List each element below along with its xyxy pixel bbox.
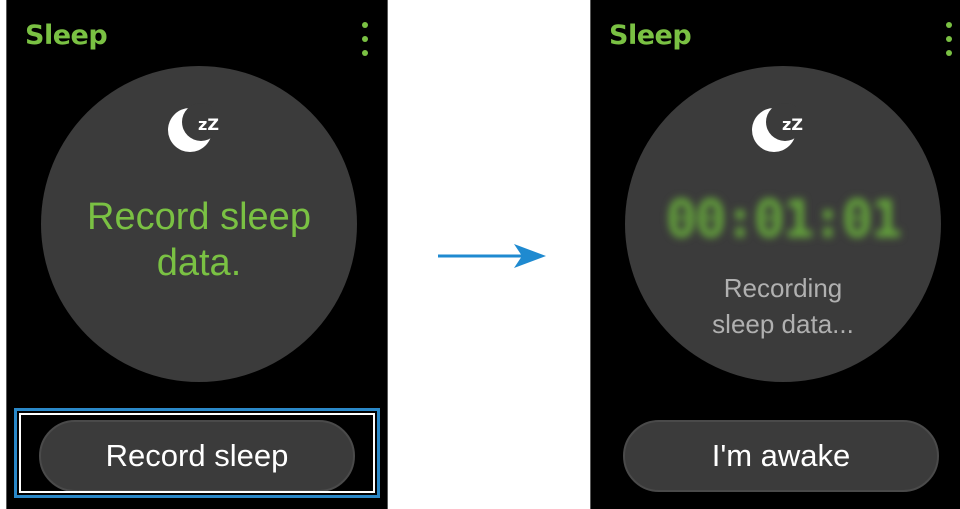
im-awake-button[interactable]: I'm awake: [623, 420, 939, 492]
recording-status: Recording sleep data...: [712, 273, 854, 339]
moon-badge-text: zZ: [782, 115, 803, 134]
sleep-circle: zZ 00:01:01 Recording sleep data...: [625, 66, 941, 382]
sleep-screen-recording: Sleep zZ 00:01:01 Recording sleep data..…: [590, 0, 960, 509]
moon-zz-icon: zZ: [752, 103, 804, 152]
record-prompt: Record sleep data.: [87, 196, 311, 284]
more-options-icon[interactable]: [945, 22, 953, 58]
screen-title: Sleep: [25, 20, 108, 51]
stage: Sleep zZ Record sleep data. Record sleep…: [0, 0, 960, 509]
more-options-icon[interactable]: [361, 22, 369, 58]
sleep-circle: zZ Record sleep data.: [41, 66, 357, 382]
sleep-timer: 00:01:01: [665, 190, 902, 250]
moon-zz-icon: zZ: [168, 103, 220, 152]
arrow-right-icon: [438, 244, 546, 268]
sleep-screen-start: Sleep zZ Record sleep data. Record sleep: [6, 0, 388, 509]
moon-badge-text: zZ: [198, 115, 219, 134]
record-sleep-button[interactable]: Record sleep: [39, 420, 355, 492]
screen-title: Sleep: [609, 20, 692, 51]
